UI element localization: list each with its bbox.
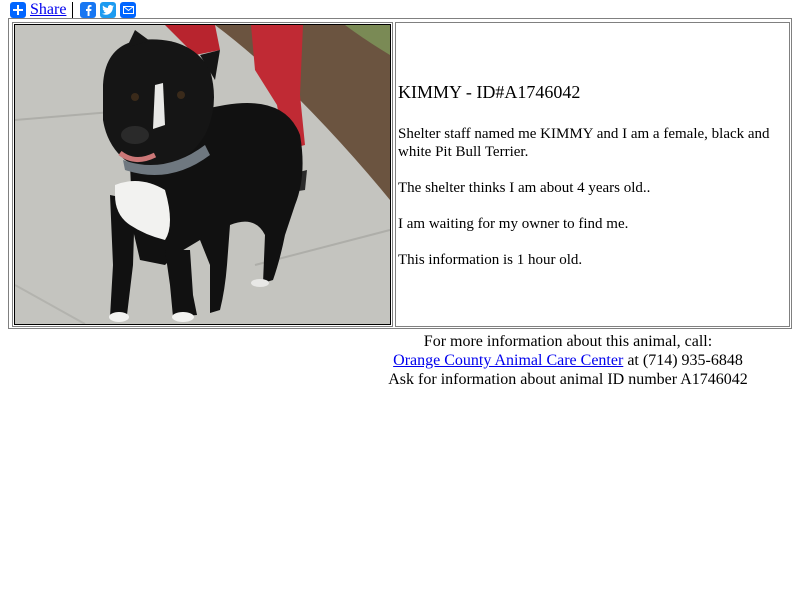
animal-photo: [14, 24, 391, 325]
twitter-icon[interactable]: [100, 1, 117, 18]
share-divider: [72, 1, 74, 18]
description-name-breed: Shelter staff named me KIMMY and I am a …: [398, 126, 770, 160]
description-status: I am waiting for my owner to find me.: [398, 216, 629, 232]
contact-info: For more information about this animal, …: [336, 332, 800, 389]
contact-shelter-line: Orange County Animal Care Center at (714…: [336, 351, 800, 370]
shelter-link[interactable]: Orange County Animal Care Center: [393, 352, 623, 369]
animal-card: KIMMY - ID#A1746042 Shelter staff named …: [8, 18, 792, 329]
share-link[interactable]: Share: [30, 1, 66, 18]
shelter-phone: at (714) 935-6848: [623, 352, 743, 369]
email-icon[interactable]: [120, 1, 137, 18]
share-bar: Share: [10, 1, 140, 18]
facebook-icon[interactable]: [80, 1, 97, 18]
plus-icon[interactable]: [10, 1, 26, 18]
contact-intro: For more information about this animal, …: [423, 333, 713, 350]
contact-ask-line: Ask for information about animal ID numb…: [388, 371, 748, 388]
description-age: The shelter thinks I am about 4 years ol…: [398, 180, 651, 196]
description-freshness: This information is 1 hour old.: [398, 252, 583, 268]
animal-title: KIMMY - ID#A1746042: [398, 82, 581, 102]
photo-cell: [12, 22, 393, 327]
info-cell: KIMMY - ID#A1746042 Shelter staff named …: [395, 22, 790, 327]
